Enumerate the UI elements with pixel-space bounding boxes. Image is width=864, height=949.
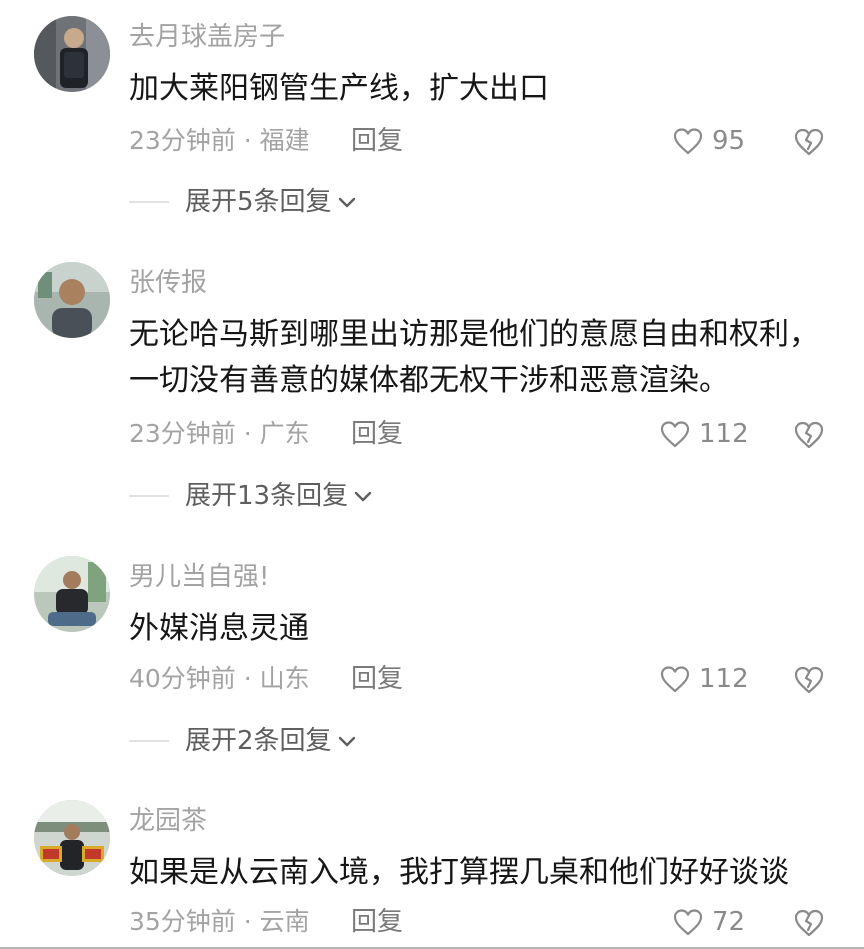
chevron-down-icon xyxy=(338,197,355,208)
reply-button[interactable]: 回复 xyxy=(351,417,403,451)
expand-replies-label: 展开5条回复 xyxy=(185,187,332,217)
like-button[interactable]: 72 xyxy=(672,905,745,939)
comment-text: 无论哈马斯到哪里出访那是他们的意愿自由和权利，一切没有善意的媒体都无权干涉和恶意… xyxy=(129,317,819,398)
broken-heart-icon xyxy=(794,666,824,694)
heart-outline-icon xyxy=(673,909,703,936)
dislike-button[interactable] xyxy=(792,662,826,696)
avatar[interactable] xyxy=(34,800,110,876)
reply-button[interactable]: 回复 xyxy=(351,124,403,158)
like-count: 112 xyxy=(699,419,749,449)
chevron-down-icon xyxy=(338,736,355,747)
like-count: 112 xyxy=(699,664,749,694)
dislike-button[interactable] xyxy=(792,124,826,158)
expand-replies[interactable]: 展开13条回复 xyxy=(129,479,374,513)
broken-heart-icon xyxy=(794,128,824,156)
like-count: 72 xyxy=(712,907,746,937)
avatar[interactable] xyxy=(34,262,110,338)
like-button[interactable]: 112 xyxy=(659,417,749,451)
reply-button[interactable]: 回复 xyxy=(351,662,403,696)
expand-replies[interactable]: 展开5条回复 xyxy=(129,185,358,219)
comment-meta: 40分钟前 · 山东 xyxy=(129,664,310,693)
comment-username[interactable]: 龙园茶 xyxy=(129,804,207,838)
heart-outline-icon xyxy=(660,666,690,693)
expand-replies[interactable]: 展开2条回复 xyxy=(129,724,358,758)
comment-username[interactable]: 男儿当自强! xyxy=(129,560,269,594)
divider xyxy=(129,740,169,742)
comment-username[interactable]: 张传报 xyxy=(129,266,207,300)
divider xyxy=(129,495,169,497)
comment-meta: 23分钟前 · 福建 xyxy=(129,126,310,155)
comment-text: 加大莱阳钢管生产线，扩大出口 xyxy=(129,71,549,106)
comment-text: 如果是从云南入境，我打算摆几桌和他们好好谈谈 xyxy=(129,855,789,890)
broken-heart-icon xyxy=(794,909,824,937)
dislike-button[interactable] xyxy=(792,905,826,939)
comment-list: 去月球盖房子 加大莱阳钢管生产线，扩大出口 23分钟前 · 福建 回复 95 展… xyxy=(0,0,864,949)
comment-text: 外媒消息灵通 xyxy=(129,611,309,646)
dislike-button[interactable] xyxy=(792,417,826,451)
comment-username[interactable]: 去月球盖房子 xyxy=(129,20,285,54)
like-button[interactable]: 95 xyxy=(672,124,745,158)
expand-replies-label: 展开13条回复 xyxy=(185,481,349,511)
comment-meta: 23分钟前 · 广东 xyxy=(129,419,310,448)
chevron-down-icon xyxy=(354,491,372,502)
like-button[interactable]: 112 xyxy=(659,662,749,696)
heart-outline-icon xyxy=(660,421,690,448)
divider xyxy=(129,201,169,203)
broken-heart-icon xyxy=(794,421,824,449)
like-count: 95 xyxy=(712,126,746,156)
expand-replies-label: 展开2条回复 xyxy=(185,726,332,756)
reply-button[interactable]: 回复 xyxy=(351,905,403,939)
avatar[interactable] xyxy=(34,556,110,632)
comment-meta: 35分钟前 · 云南 xyxy=(129,907,310,936)
avatar[interactable] xyxy=(34,16,110,92)
heart-outline-icon xyxy=(673,128,703,155)
